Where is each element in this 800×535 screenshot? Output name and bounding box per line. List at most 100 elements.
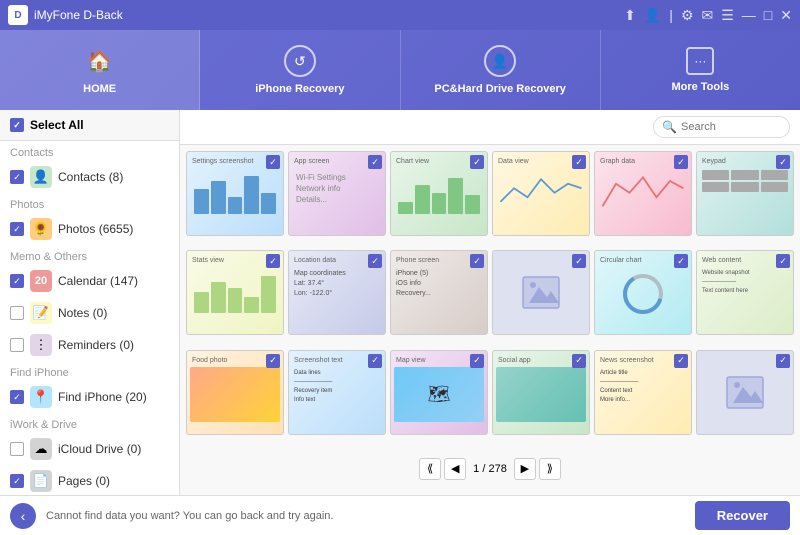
thumbnail-item[interactable]: ✓ Chart view — [390, 151, 488, 236]
thumbnail-item[interactable]: ✓ Social app — [492, 350, 590, 435]
nav-iphone-recovery[interactable]: ↺ iPhone Recovery — [200, 30, 400, 110]
thumb-check[interactable]: ✓ — [470, 155, 484, 169]
message-icon[interactable]: ✉ — [702, 7, 714, 24]
thumb-check[interactable]: ✓ — [572, 354, 586, 368]
thumb-check[interactable]: ✓ — [266, 254, 280, 268]
reminders-label: Reminders (0) — [58, 338, 169, 352]
sidebar-item-contacts[interactable]: ✓ 👤 Contacts (8) — [0, 161, 179, 193]
pages-checkbox[interactable]: ✓ — [10, 474, 24, 488]
thumbnail-item[interactable]: ✓ Food photo — [186, 350, 284, 435]
thumb-check[interactable]: ✓ — [266, 155, 280, 169]
thumbnail-item[interactable]: ✓ App screen Wi-Fi SettingsNetwork infoD… — [288, 151, 386, 236]
notes-checkbox[interactable] — [10, 306, 24, 320]
thumbnail-item[interactable]: ✓ Graph data — [594, 151, 692, 236]
photos-icon: 🌻 — [30, 218, 52, 240]
search-icon: 🔍 — [662, 120, 677, 134]
sidebar-item-findphone[interactable]: ✓ 📍 Find iPhone (20) — [0, 381, 179, 413]
thumbnail-placeholder[interactable]: ✓ — [492, 250, 590, 335]
calendar-label: Calendar (147) — [58, 274, 169, 288]
nav-pc-drive[interactable]: 👤 PC&Hard Drive Recovery — [401, 30, 601, 110]
last-page-btn[interactable]: ⟫ — [539, 458, 561, 480]
thumb-check[interactable]: ✓ — [776, 155, 790, 169]
back-button[interactable]: ‹ — [10, 503, 36, 529]
thumbnail-item[interactable]: ✓ News screenshot Article title─────────… — [594, 350, 692, 435]
window-controls: ⬆ 👤 | ⚙ ✉ ☰ — □ ✕ — [624, 7, 792, 24]
search-box[interactable]: 🔍 — [653, 116, 790, 138]
sidebar-item-icloud[interactable]: ☁ iCloud Drive (0) — [0, 433, 179, 465]
thumbnail-placeholder[interactable]: ✓ — [696, 350, 794, 435]
nav-bar: 🏠 HOME ↺ iPhone Recovery 👤 PC&Hard Drive… — [0, 30, 800, 110]
thumb-check[interactable]: ✓ — [674, 155, 688, 169]
thumbnail-item[interactable]: ✓ Location data Map coordinatesLat: 37.4… — [288, 250, 386, 335]
section-findphone-label: Find iPhone — [0, 361, 179, 381]
page-info: 1 / 278 — [469, 463, 511, 475]
thumb-check[interactable]: ✓ — [470, 254, 484, 268]
sidebar-item-reminders[interactable]: ⋮ Reminders (0) — [0, 329, 179, 361]
minimize-button[interactable]: — — [742, 7, 756, 23]
findphone-checkbox[interactable]: ✓ — [10, 390, 24, 404]
thumbnail-item[interactable]: ✓ Stats view — [186, 250, 284, 335]
icloud-label: iCloud Drive (0) — [58, 442, 169, 456]
thumb-check[interactable]: ✓ — [470, 354, 484, 368]
select-all-row[interactable]: ✓ Select All — [0, 110, 179, 141]
recover-button[interactable]: Recover — [695, 501, 790, 530]
thumbnail-item[interactable]: ✓ Web content Website snapshot────────Te… — [696, 250, 794, 335]
user-icon[interactable]: 👤 — [644, 7, 661, 24]
app-logo: D — [8, 5, 28, 25]
search-input[interactable] — [681, 121, 781, 133]
thumbnail-item[interactable]: ✓ Circular chart — [594, 250, 692, 335]
thumbnail-item[interactable]: ✓ Screenshot text Data lines─────────Rec… — [288, 350, 386, 435]
thumb-check[interactable]: ✓ — [266, 354, 280, 368]
close-button[interactable]: ✕ — [780, 7, 792, 24]
thumb-check[interactable]: ✓ — [572, 155, 586, 169]
section-iwork-label: iWork & Drive — [0, 413, 179, 433]
sidebar-item-notes[interactable]: 📝 Notes (0) — [0, 297, 179, 329]
thumb-check[interactable]: ✓ — [776, 354, 790, 368]
thumbnail-item[interactable]: ✓ Map view 🗺 — [390, 350, 488, 435]
calendar-checkbox[interactable]: ✓ — [10, 274, 24, 288]
thumb-check[interactable]: ✓ — [776, 254, 790, 268]
settings-icon[interactable]: ⚙ — [681, 7, 694, 24]
thumbnail-item[interactable]: ✓ Phone screen iPhone (5)iOS infoRecover… — [390, 250, 488, 335]
share-icon[interactable]: ⬆ — [624, 7, 636, 24]
app-name: iMyFone D-Back — [34, 8, 624, 22]
nav-more-tools-label: More Tools — [671, 81, 729, 93]
thumbnail-item[interactable]: ✓ Settings screenshot — [186, 151, 284, 236]
thumb-check[interactable]: ✓ — [674, 354, 688, 368]
bottom-bar: ‹ Cannot find data you want? You can go … — [0, 495, 800, 535]
thumb-check[interactable]: ✓ — [674, 254, 688, 268]
sidebar-item-calendar[interactable]: ✓ 20 Calendar (147) — [0, 265, 179, 297]
photos-checkbox[interactable]: ✓ — [10, 222, 24, 236]
prev-page-btn[interactable]: ◀ — [444, 458, 466, 480]
pages-label: Pages (0) — [58, 474, 169, 488]
nav-iphone-recovery-label: iPhone Recovery — [255, 83, 344, 95]
select-all-checkbox[interactable]: ✓ — [10, 118, 24, 132]
thumbnail-item[interactable]: ✓ Data view — [492, 151, 590, 236]
contacts-label: Contacts (8) — [58, 170, 169, 184]
thumbnail-item[interactable]: ✓ Keypad — [696, 151, 794, 236]
nav-home[interactable]: 🏠 HOME — [0, 30, 200, 110]
sidebar-item-pages[interactable]: ✓ 📄 Pages (0) — [0, 465, 179, 495]
first-page-btn[interactable]: ⟪ — [419, 458, 441, 480]
bottom-message: Cannot find data you want? You can go ba… — [46, 510, 685, 522]
home-icon: 🏠 — [84, 45, 116, 77]
next-page-btn[interactable]: ▶ — [514, 458, 536, 480]
content-area: 🔍 ✓ Settings screenshot ✓ App screen — [180, 110, 800, 495]
contacts-checkbox[interactable]: ✓ — [10, 170, 24, 184]
section-memo-label: Memo & Others — [0, 245, 179, 265]
thumb-check[interactable]: ✓ — [368, 254, 382, 268]
reminders-checkbox[interactable] — [10, 338, 24, 352]
pagination: ⟪ ◀ 1 / 278 ▶ ⟫ — [186, 449, 794, 489]
maximize-button[interactable]: □ — [764, 7, 772, 23]
divider: | — [669, 7, 673, 23]
thumb-check[interactable]: ✓ — [368, 354, 382, 368]
notes-icon: 📝 — [30, 302, 52, 324]
icloud-checkbox[interactable] — [10, 442, 24, 456]
menu-icon[interactable]: ☰ — [721, 7, 734, 24]
thumb-check[interactable]: ✓ — [368, 155, 382, 169]
thumb-check[interactable]: ✓ — [572, 254, 586, 268]
sidebar-item-photos[interactable]: ✓ 🌻 Photos (6655) — [0, 213, 179, 245]
reminders-icon: ⋮ — [30, 334, 52, 356]
pc-drive-icon: 👤 — [484, 45, 516, 77]
nav-more-tools[interactable]: ··· More Tools — [601, 30, 800, 110]
